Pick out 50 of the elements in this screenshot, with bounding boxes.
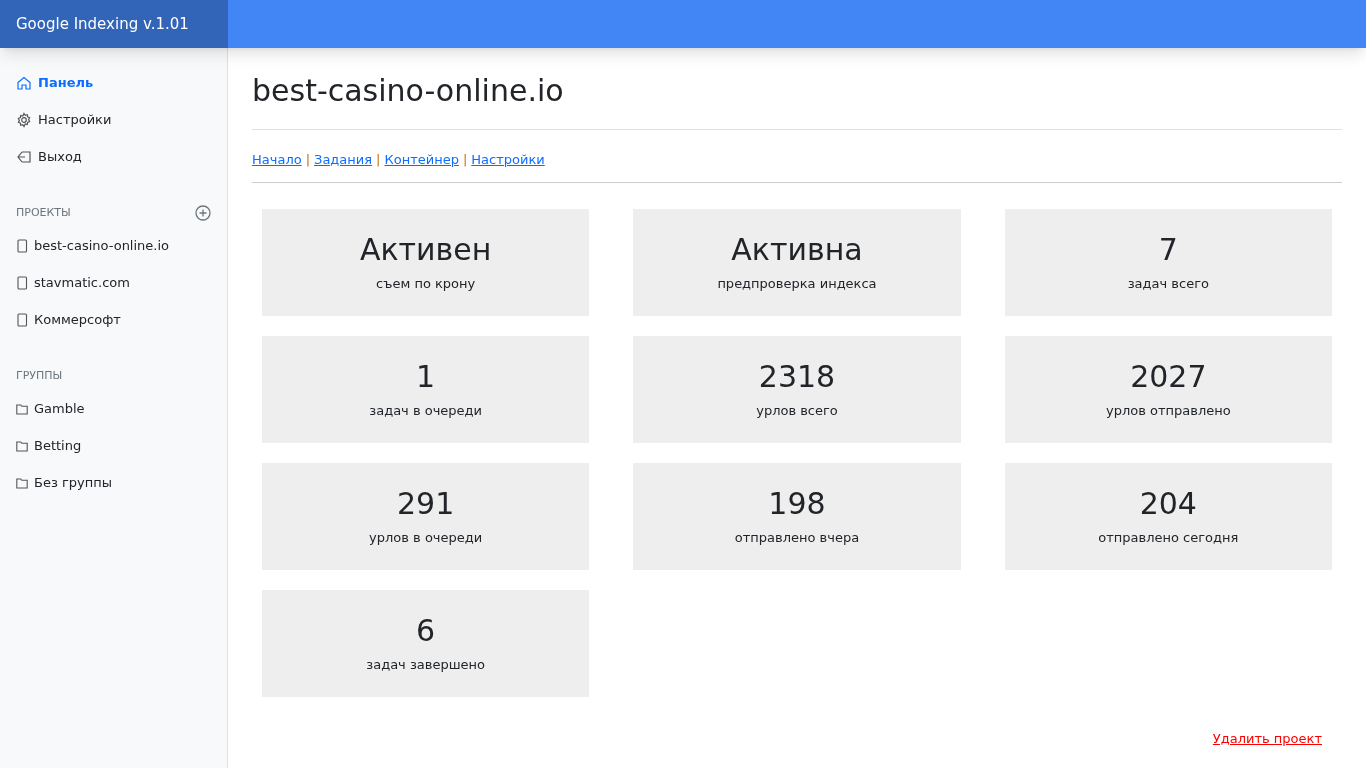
separator: |	[305, 151, 311, 169]
stat-label: урлов всего	[756, 402, 838, 420]
sidebar-item[interactable]: Панель	[16, 64, 211, 101]
sidebar-item[interactable]: Betting	[16, 427, 211, 464]
stat-label: урлов в очереди	[369, 529, 483, 547]
settings-icon	[16, 111, 32, 128]
stat-value: 291	[397, 484, 455, 522]
nav-link[interactable]: Настройки	[471, 150, 545, 170]
section-heading: ГРУППЫ	[16, 367, 63, 384]
separator: |	[376, 151, 381, 169]
stat-value: 1	[416, 357, 436, 395]
sidebar-item[interactable]: Выход	[16, 138, 211, 175]
document-icon	[16, 275, 28, 290]
folder-icon	[16, 438, 28, 453]
separator: |	[462, 151, 468, 169]
section-heading: ПРОЕКТЫ	[16, 204, 71, 221]
nav-link[interactable]: Начало	[252, 150, 302, 170]
sidebar-item[interactable]: best-casino-online.io	[16, 227, 211, 264]
sidebar-item[interactable]: Коммерсофт	[16, 301, 211, 338]
folder-icon	[16, 475, 28, 490]
stat-value: 6	[416, 611, 436, 649]
nav-link[interactable]: Задания	[314, 150, 373, 170]
home-icon	[16, 74, 32, 91]
add-icon[interactable]	[195, 205, 211, 221]
stat-label: съем по крону	[376, 275, 476, 293]
stat-value: 204	[1139, 484, 1197, 522]
stat-label: отправлено вчера	[734, 529, 860, 547]
stat-label: задач завершено	[366, 656, 486, 674]
stat-value: 2318	[758, 357, 836, 395]
stat-label: отправлено сегодня	[1098, 529, 1239, 547]
folder-icon	[16, 401, 28, 416]
stat-value: Активен	[359, 230, 492, 268]
sidebar-item[interactable]: stavmatic.com	[16, 264, 211, 301]
stat-value: 198	[768, 484, 826, 522]
nav-link[interactable]: Контейнер	[384, 150, 459, 170]
stat-label: урлов отправлено	[1106, 402, 1231, 420]
sidebar-item[interactable]: Без группы	[16, 464, 211, 501]
stat-value: 7	[1158, 230, 1178, 268]
sidebar-item[interactable]: Настройки	[16, 101, 211, 138]
stat-value: 2027	[1130, 357, 1207, 395]
document-icon	[16, 312, 28, 327]
delete-project-link[interactable]: Удалить проект	[1212, 728, 1322, 748]
sidebar-item[interactable]: Gamble	[16, 390, 211, 427]
document-icon	[16, 238, 28, 253]
stat-value: Активна	[731, 230, 863, 268]
stat-label: задач в очереди	[369, 402, 483, 420]
exit-icon	[16, 148, 32, 165]
stat-label: задач всего	[1127, 275, 1209, 293]
page-title: best-casino-online.io	[252, 68, 1342, 130]
stat-label: предпроверка индекса	[717, 275, 877, 293]
